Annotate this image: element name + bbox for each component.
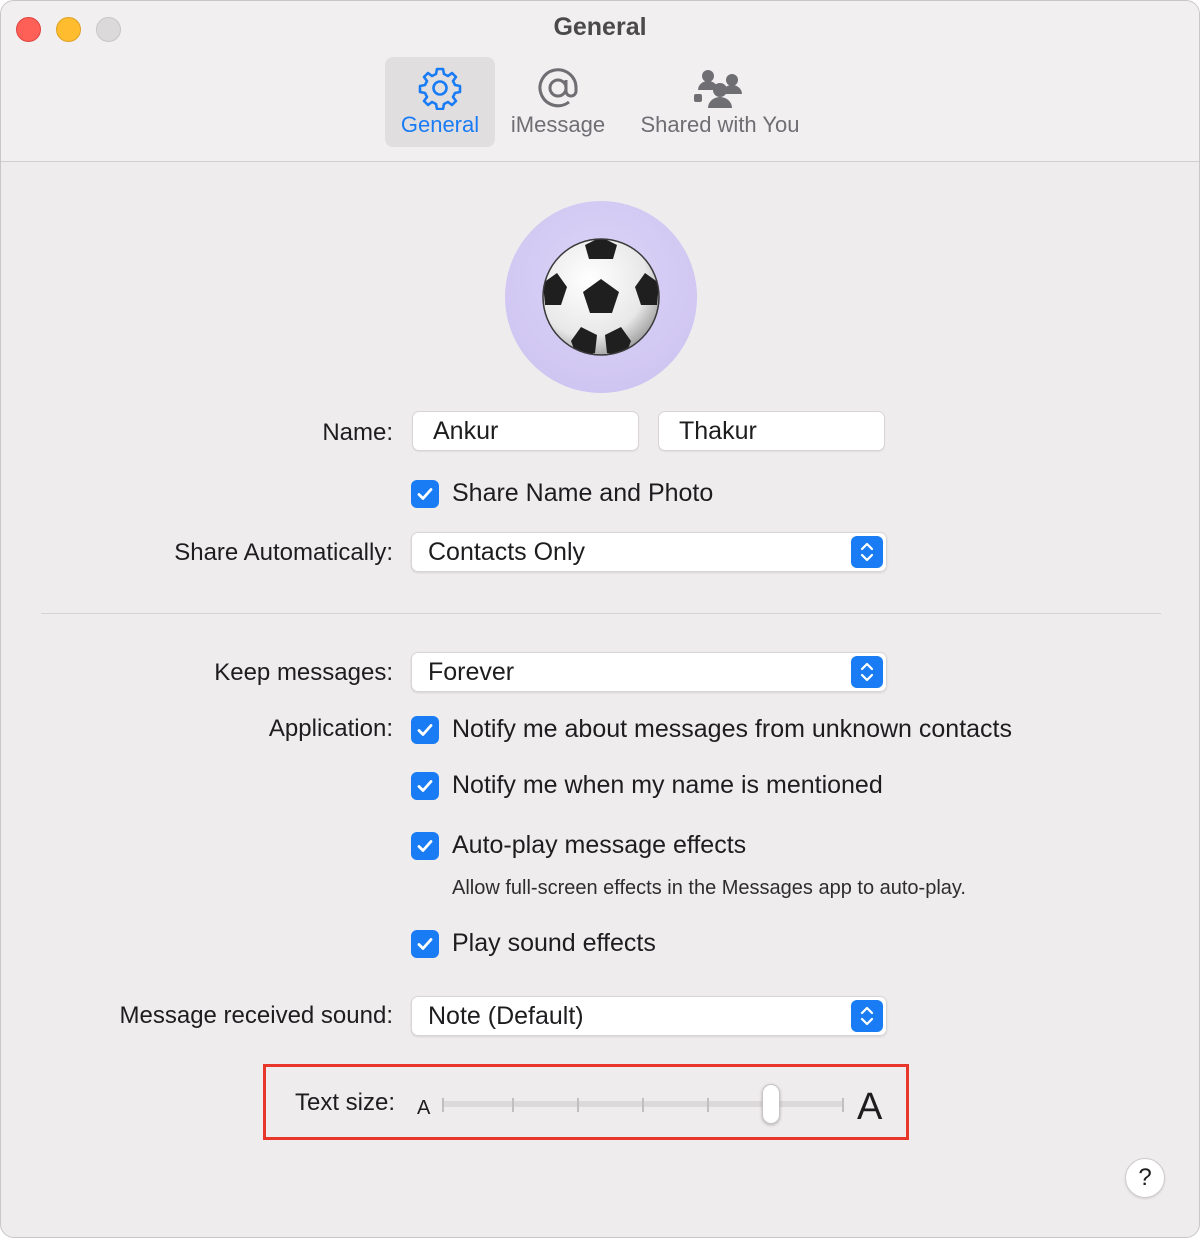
last-name-field[interactable]: Thakur xyxy=(658,411,885,451)
received-sound-label: Message received sound: xyxy=(119,1002,394,1029)
checkmark-icon xyxy=(417,488,433,500)
keep-messages-popup[interactable]: Forever xyxy=(411,652,887,692)
section-divider xyxy=(41,613,1161,614)
keep-messages-label: Keep messages: xyxy=(214,659,393,686)
tab-shared-with-you-label: Shared with You xyxy=(640,112,800,137)
notify-unknown-checkbox[interactable] xyxy=(411,716,439,744)
share-name-checkbox[interactable] xyxy=(411,480,439,508)
share-automatically-label: Share Automatically: xyxy=(174,539,393,566)
autoplay-effects-label: Auto-play message effects xyxy=(452,831,747,859)
notify-unknown-label: Notify me about messages from unknown co… xyxy=(452,715,1012,743)
share-name-label: Share Name and Photo xyxy=(452,479,714,507)
at-sign-icon xyxy=(503,65,613,111)
autoplay-effects-hint: Allow full-screen effects in the Message… xyxy=(452,877,966,899)
checkmark-icon xyxy=(417,938,433,950)
tab-shared-with-you[interactable]: Shared with You xyxy=(629,57,811,147)
play-sound-label: Play sound effects xyxy=(452,929,656,957)
received-sound-popup[interactable]: Note (Default) xyxy=(411,996,887,1036)
people-icon xyxy=(629,65,811,111)
slider-tick xyxy=(707,1098,709,1112)
slider-tick xyxy=(642,1098,644,1112)
slider-tick xyxy=(442,1098,444,1112)
help-button[interactable]: ? xyxy=(1125,1158,1165,1198)
text-size-large-glyph: A xyxy=(857,1086,883,1128)
slider-tick xyxy=(842,1098,844,1112)
first-name-field[interactable]: Ankur xyxy=(412,411,639,451)
popup-chevrons-icon xyxy=(851,1000,883,1032)
titlebar: General General iMessage Shared with You xyxy=(1,1,1199,162)
tab-imessage-label: iMessage xyxy=(510,112,606,137)
text-size-label: Text size: xyxy=(294,1089,395,1116)
text-size-slider-knob[interactable] xyxy=(762,1084,780,1124)
gear-icon xyxy=(385,65,495,111)
checkmark-icon xyxy=(417,840,433,852)
popup-chevrons-icon xyxy=(851,536,883,568)
preferences-window: General General iMessage Shared with You… xyxy=(0,0,1200,1238)
checkmark-icon xyxy=(417,724,433,736)
tab-general-label: General xyxy=(400,112,480,137)
notify-mentioned-label: Notify me when my name is mentioned xyxy=(452,771,883,799)
name-label: Name: xyxy=(322,419,393,446)
share-automatically-popup[interactable]: Contacts Only xyxy=(411,532,887,572)
window-title: General xyxy=(553,13,647,41)
popup-chevrons-icon xyxy=(851,656,883,688)
checkmark-icon xyxy=(417,780,433,792)
autoplay-effects-checkbox[interactable] xyxy=(411,832,439,860)
slider-tick xyxy=(512,1098,514,1112)
notify-mentioned-checkbox[interactable] xyxy=(411,772,439,800)
tab-general[interactable]: General xyxy=(385,57,495,147)
received-sound-value: Note (Default) xyxy=(428,1002,584,1030)
avatar[interactable] xyxy=(505,201,697,393)
slider-tick xyxy=(577,1098,579,1112)
share-automatically-value: Contacts Only xyxy=(428,538,586,566)
keep-messages-value: Forever xyxy=(428,658,515,686)
tab-imessage[interactable]: iMessage xyxy=(503,57,613,147)
play-sound-checkbox[interactable] xyxy=(411,930,439,958)
soccer-ball-icon xyxy=(542,238,660,356)
text-size-small-glyph: A xyxy=(417,1097,431,1119)
application-label: Application: xyxy=(268,715,393,742)
